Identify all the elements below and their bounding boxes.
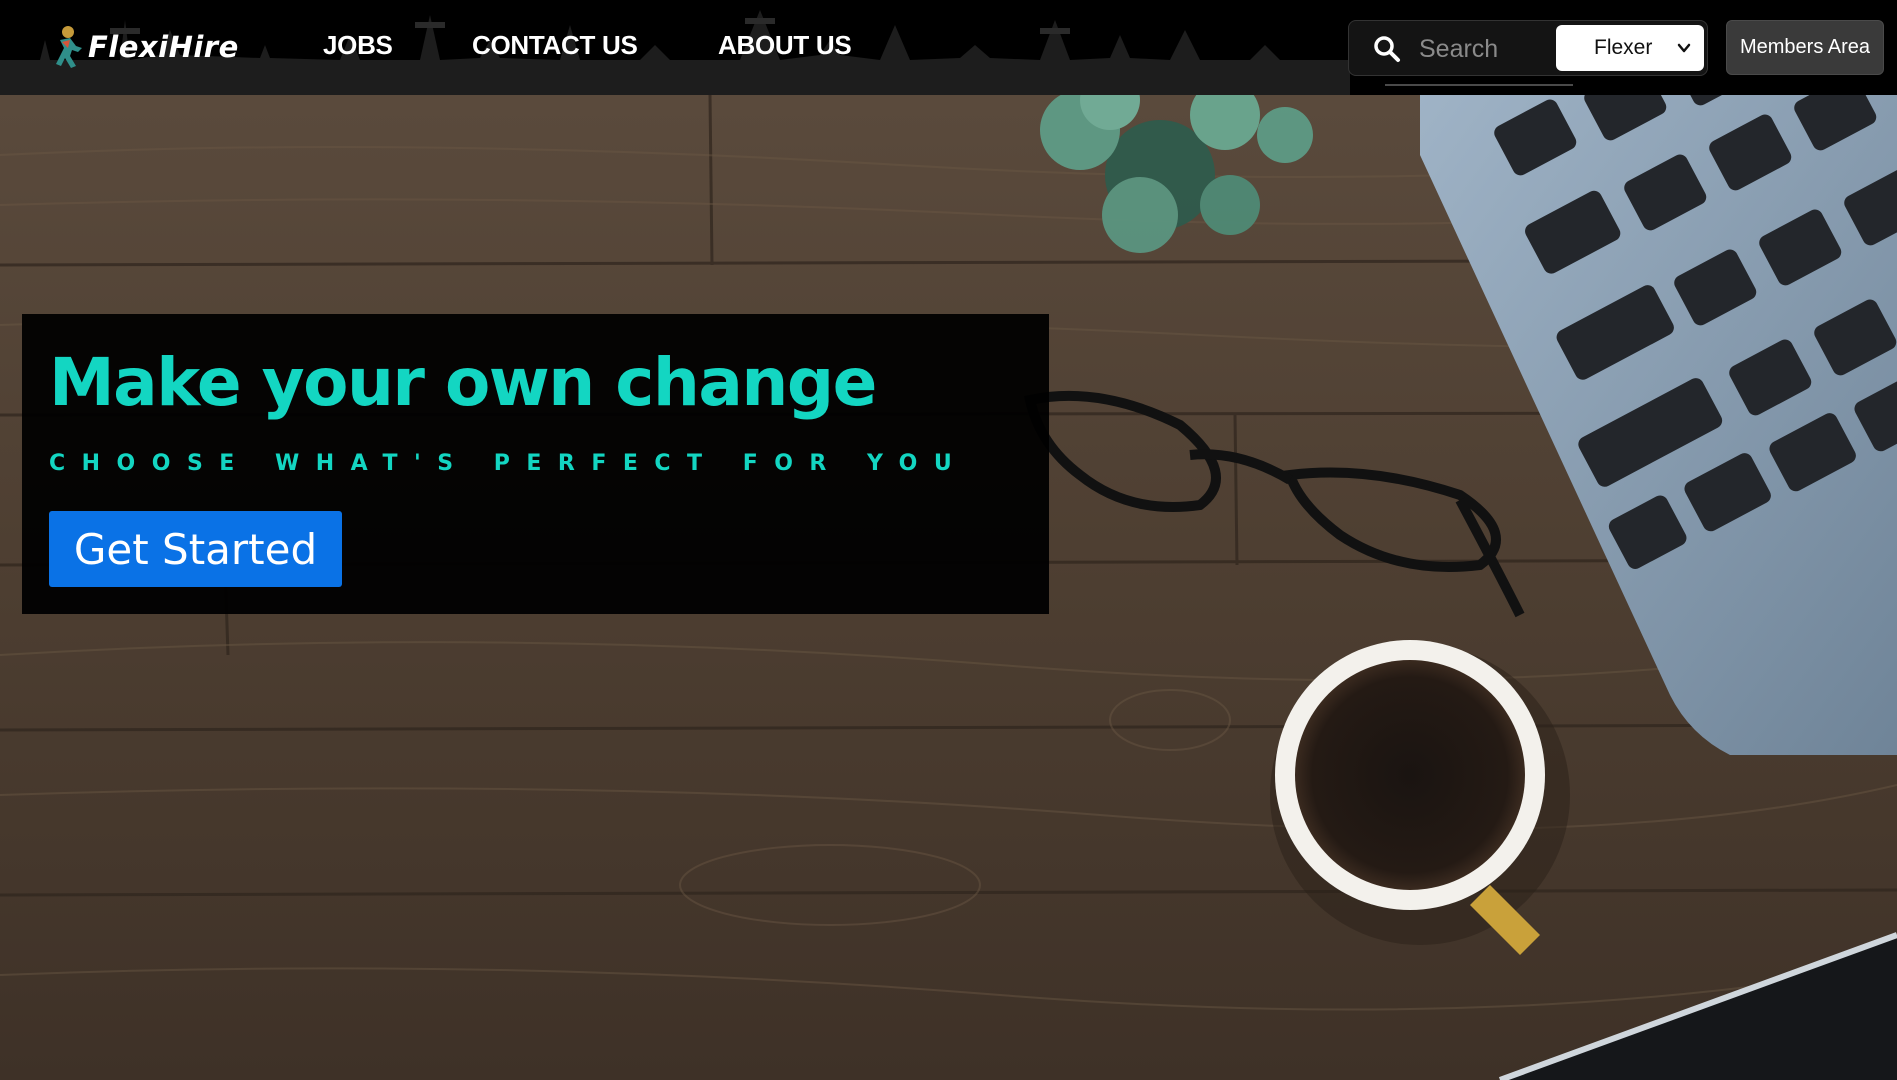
- members-area-button[interactable]: Members Area: [1726, 20, 1884, 75]
- nav-about-us-link[interactable]: ABOUT US: [718, 30, 852, 61]
- role-select-value: Flexer: [1594, 36, 1653, 59]
- hero-subtitle: CHOOSE WHAT'S PERFECT FOR YOU: [49, 451, 969, 476]
- runner-logo-icon: [56, 26, 82, 68]
- role-select[interactable]: Flexer: [1556, 25, 1704, 71]
- brand-name: FlexiHire: [88, 30, 239, 64]
- chevron-down-icon: [1677, 43, 1691, 53]
- search-group: Flexer: [1348, 20, 1708, 86]
- hero-title: Make your own change: [49, 344, 877, 421]
- brand[interactable]: FlexiHire: [48, 22, 239, 72]
- hero-section: Make your own change CHOOSE WHAT'S PERFE…: [0, 95, 1897, 1080]
- get-started-button[interactable]: Get Started: [49, 511, 342, 587]
- top-navbar: FlexiHire JOBS CONTACT US ABOUT US Flexe…: [0, 0, 1897, 95]
- nav-jobs-link[interactable]: JOBS: [323, 30, 393, 61]
- search-icon[interactable]: [1373, 35, 1401, 63]
- search-underline: [1385, 84, 1573, 86]
- hero-card: Make your own change CHOOSE WHAT'S PERFE…: [22, 314, 1049, 614]
- search-input[interactable]: [1417, 29, 1567, 69]
- nav-contact-us-link[interactable]: CONTACT US: [472, 30, 638, 61]
